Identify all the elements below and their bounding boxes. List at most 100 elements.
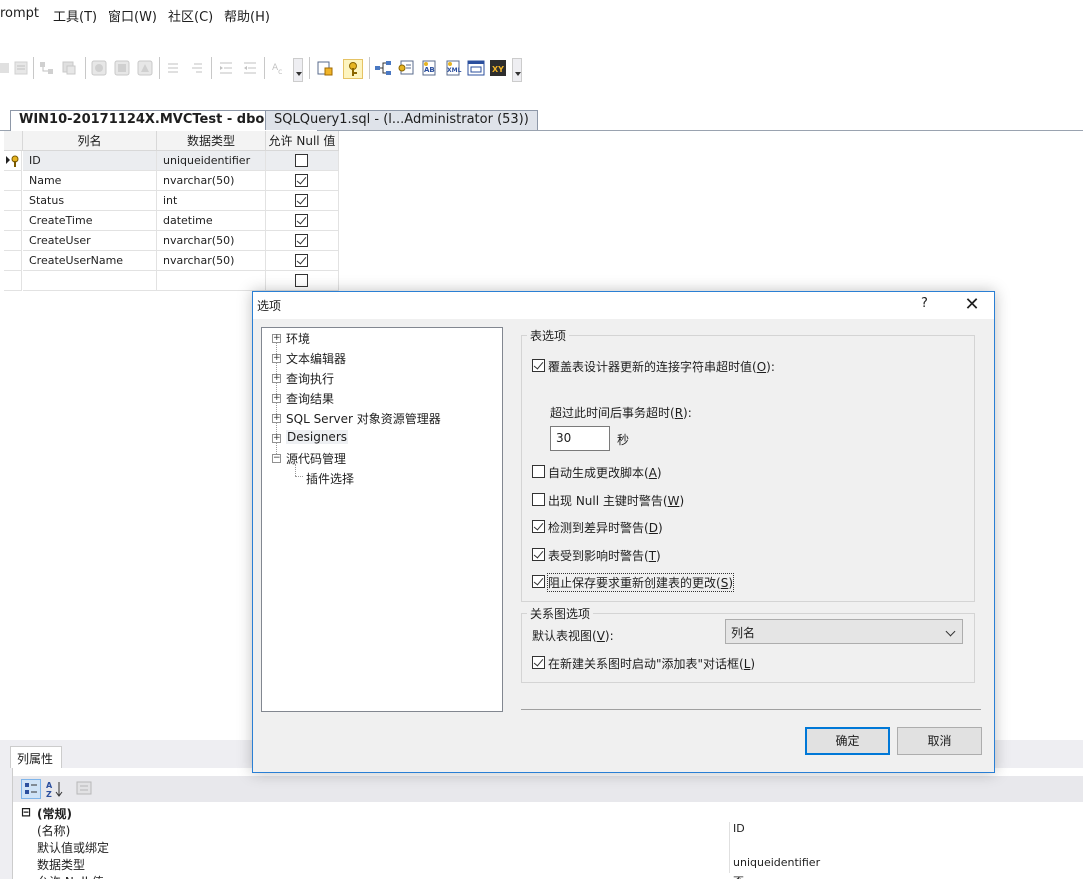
- toolbar-overflow-chevron-icon[interactable]: [512, 58, 522, 82]
- row-selector[interactable]: [4, 171, 22, 191]
- cell-data-type[interactable]: nvarchar(50): [157, 231, 266, 251]
- null-pk-warning-checkbox[interactable]: [532, 493, 545, 506]
- expand-icon[interactable]: +: [272, 334, 281, 343]
- header-data-type[interactable]: 数据类型: [157, 131, 266, 151]
- row-selector[interactable]: [4, 191, 22, 211]
- align-right-icon[interactable]: [188, 59, 206, 77]
- allow-null-checkbox[interactable]: [295, 214, 308, 227]
- menu-window[interactable]: 窗口(W): [108, 6, 157, 25]
- collapse-icon[interactable]: −: [272, 454, 281, 463]
- cell-column-name[interactable]: Name: [23, 171, 157, 191]
- table-row[interactable]: CreateUser nvarchar(50): [4, 231, 339, 251]
- toolbar-icon[interactable]: [0, 59, 12, 77]
- align-icon[interactable]: [164, 59, 182, 77]
- cell-column-name[interactable]: CreateUser: [23, 231, 157, 251]
- property-pages-icon[interactable]: [75, 779, 95, 799]
- launch-add-table-checkbox[interactable]: [532, 656, 545, 669]
- cell-column-name[interactable]: Status: [23, 191, 157, 211]
- cell-data-type[interactable]: nvarchar(50): [157, 171, 266, 191]
- cancel-button[interactable]: 取消: [897, 727, 982, 755]
- index-icon[interactable]: [60, 59, 78, 77]
- tab-sqlquery[interactable]: SQLQuery1.sql - (l...Administrator (53)): [265, 110, 538, 130]
- property-value[interactable]: ID: [733, 822, 745, 835]
- table-row[interactable]: Status int: [4, 191, 339, 211]
- property-row[interactable]: 默认值或绑定: [21, 839, 1081, 856]
- cell-column-name[interactable]: CreateTime: [23, 211, 157, 231]
- allow-null-checkbox[interactable]: [295, 254, 308, 267]
- timeout-input[interactable]: 30: [550, 426, 610, 451]
- auto-generate-script-checkbox[interactable]: [532, 465, 545, 478]
- default-view-select[interactable]: 列名: [725, 619, 963, 644]
- cell-data-type[interactable]: datetime: [157, 211, 266, 231]
- row-selector[interactable]: [4, 151, 22, 171]
- table-row[interactable]: ID uniqueidentifier: [4, 151, 339, 171]
- close-icon[interactable]: ✕: [959, 293, 985, 317]
- relationships-icon[interactable]: [374, 59, 392, 77]
- relationships-icon[interactable]: [38, 59, 56, 77]
- check-constraints-icon[interactable]: [467, 59, 485, 77]
- primary-key-icon[interactable]: [343, 59, 363, 79]
- spatial-index-icon[interactable]: XY: [489, 59, 507, 77]
- row-selector[interactable]: [4, 271, 22, 291]
- allow-null-checkbox[interactable]: [295, 274, 308, 287]
- cell-data-type[interactable]: int: [157, 191, 266, 211]
- ok-button[interactable]: 确定: [805, 727, 890, 755]
- menu-prompt[interactable]: rompt: [0, 6, 39, 21]
- property-row[interactable]: 数据类型 uniqueidentifier: [21, 856, 1081, 873]
- prevent-recreate-checkbox[interactable]: [532, 575, 545, 588]
- difference-warning-checkbox[interactable]: [532, 520, 545, 533]
- tab-column-properties[interactable]: 列属性: [10, 746, 62, 768]
- header-allow-null[interactable]: 允许 Null 值: [266, 131, 339, 151]
- indent-icon[interactable]: [217, 59, 235, 77]
- expand-icon[interactable]: +: [272, 394, 281, 403]
- menu-help[interactable]: 帮助(H): [224, 6, 270, 25]
- cell-data-type[interactable]: nvarchar(50): [157, 251, 266, 271]
- collapse-icon[interactable]: ⊟: [21, 805, 31, 819]
- table-row[interactable]: [4, 271, 339, 291]
- cell-column-name[interactable]: [23, 271, 157, 291]
- manage-indexes-icon[interactable]: [397, 59, 415, 77]
- properties-section-general[interactable]: ⊟ (常规): [21, 805, 1081, 822]
- fulltext-index-icon[interactable]: AB: [420, 59, 438, 77]
- property-value[interactable]: uniqueidentifier: [733, 856, 820, 869]
- allow-null-checkbox[interactable]: [295, 154, 308, 167]
- property-row[interactable]: 允许 Null 值 否: [21, 873, 1081, 879]
- cell-column-name[interactable]: ID: [23, 151, 157, 171]
- table-row[interactable]: CreateUserName nvarchar(50): [4, 251, 339, 271]
- expand-icon[interactable]: +: [272, 374, 281, 383]
- toolbar-separator: [309, 57, 310, 79]
- table-row[interactable]: Name nvarchar(50): [4, 171, 339, 191]
- cell-column-name[interactable]: CreateUserName: [23, 251, 157, 271]
- expand-icon[interactable]: +: [272, 414, 281, 423]
- spatial-index-icon[interactable]: [136, 59, 154, 77]
- list-icon[interactable]: [12, 59, 30, 77]
- property-value[interactable]: 否: [733, 873, 744, 879]
- allow-null-checkbox[interactable]: [295, 194, 308, 207]
- expand-icon[interactable]: +: [272, 434, 281, 443]
- menu-tools[interactable]: 工具(T): [53, 6, 97, 25]
- categorized-icon[interactable]: [21, 779, 41, 799]
- menu-community[interactable]: 社区(C): [168, 6, 213, 25]
- toolbar-overflow-chevron-icon[interactable]: [293, 58, 303, 82]
- cell-data-type[interactable]: uniqueidentifier: [157, 151, 266, 171]
- spelling-icon[interactable]: Ac: [270, 59, 288, 77]
- outdent-icon[interactable]: [241, 59, 259, 77]
- sort-alphabetical-icon[interactable]: AZ: [45, 779, 65, 799]
- property-row[interactable]: (名称) ID: [21, 822, 1081, 839]
- allow-null-checkbox[interactable]: [295, 234, 308, 247]
- table-affected-warning-checkbox[interactable]: [532, 548, 545, 561]
- generate-script-icon[interactable]: [316, 59, 334, 77]
- header-column-name[interactable]: 列名: [23, 131, 157, 151]
- fulltext-icon[interactable]: [90, 59, 108, 77]
- xml-index-icon[interactable]: [113, 59, 131, 77]
- table-row[interactable]: CreateTime datetime: [4, 211, 339, 231]
- cell-data-type[interactable]: [157, 271, 266, 291]
- row-selector[interactable]: [4, 211, 22, 231]
- xml-index-icon[interactable]: XML: [444, 59, 462, 77]
- allow-null-checkbox[interactable]: [295, 174, 308, 187]
- expand-icon[interactable]: +: [272, 354, 281, 363]
- override-timeout-checkbox[interactable]: [532, 359, 545, 372]
- help-button[interactable]: ?: [921, 296, 928, 311]
- row-selector[interactable]: [4, 251, 22, 271]
- row-selector[interactable]: [4, 231, 22, 251]
